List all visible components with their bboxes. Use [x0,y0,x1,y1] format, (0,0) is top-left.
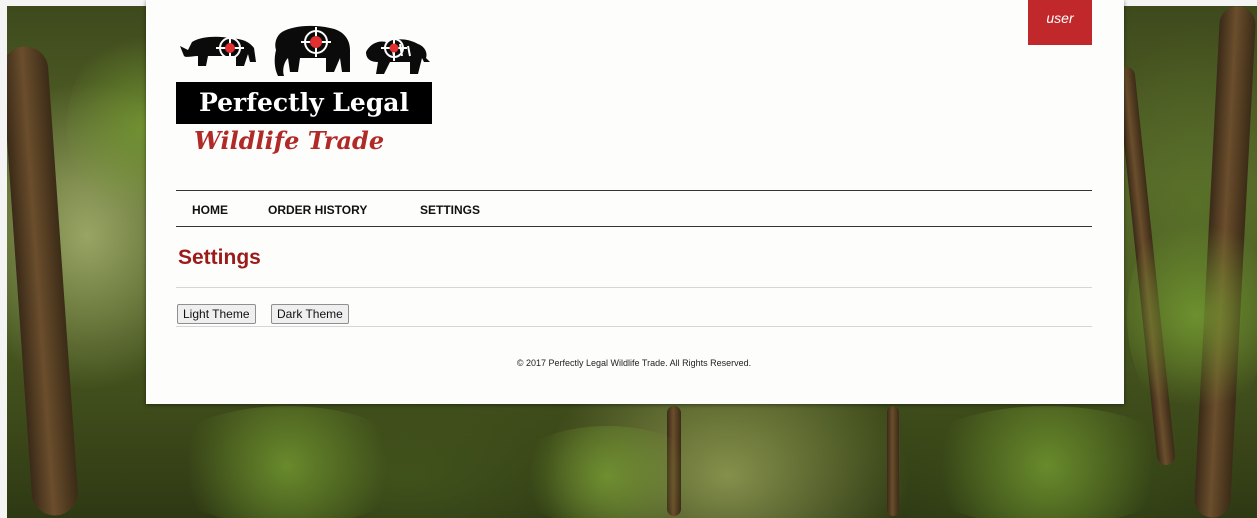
footer-copyright: © 2017 Perfectly Legal Wildlife Trade. A… [516,358,752,368]
divider [176,287,1092,288]
foliage [157,406,417,518]
logo-subtitle: Wildlife Trade [194,126,385,155]
site-logo[interactable]: Perfectly Legal Wildlife Trade [176,22,432,158]
nav-item-order-history[interactable]: ORDER HISTORY [268,203,367,217]
content-panel: user Perfectly Legal Wildlife Trade HOME… [146,0,1124,404]
user-menu-button[interactable]: user [1028,0,1092,45]
foliage [507,426,707,518]
logo-animals-icon [180,25,430,76]
rhino-icon [180,36,256,66]
foliage [1127,206,1257,426]
foliage [907,406,1187,518]
elephant-icon [274,25,350,76]
page-title: Settings [178,246,261,269]
light-theme-button[interactable]: Light Theme [177,304,256,324]
nav-item-home[interactable]: HOME [192,203,228,217]
main-nav: HOME ORDER HISTORY SETTINGS [176,190,1092,227]
logo-title: Perfectly Legal [176,82,432,124]
tree-trunk [887,406,899,516]
dark-theme-button[interactable]: Dark Theme [271,304,349,324]
divider [176,326,1092,327]
nav-item-settings[interactable]: SETTINGS [420,203,480,217]
